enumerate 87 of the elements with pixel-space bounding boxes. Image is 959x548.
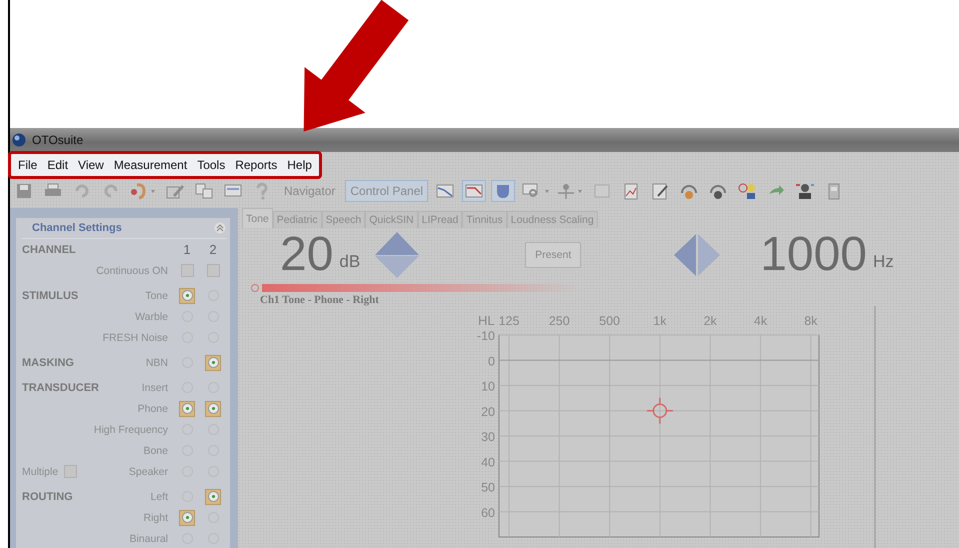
- section-heading: ROUTING: [22, 490, 73, 502]
- left-right-arrows-icon[interactable]: [673, 233, 722, 277]
- zoom-icon: [521, 182, 550, 200]
- headset-icon: [679, 182, 700, 200]
- indicator-ring-icon: [251, 284, 259, 292]
- channel-number: 2: [208, 242, 218, 257]
- axis-tick-label: 20: [481, 404, 495, 419]
- menu-item[interactable]: Tools: [192, 158, 230, 172]
- menu-item[interactable]: View: [73, 158, 109, 172]
- setting-label: FRESH Noise: [102, 332, 169, 344]
- radio-button[interactable]: [179, 510, 195, 526]
- setting-label: Warble: [135, 310, 169, 322]
- setting-label: Left: [150, 490, 169, 502]
- tab[interactable]: Pediatric: [272, 211, 322, 228]
- radio-button[interactable]: [205, 400, 221, 416]
- frequency-unit: Hz: [872, 252, 894, 272]
- tab[interactable]: Tone: [242, 208, 273, 228]
- axis-tick-label: 2k: [704, 314, 717, 328]
- save-icon: [14, 182, 34, 200]
- setting-label: High Frequency: [94, 424, 169, 436]
- axis-tick-label: 60: [481, 506, 495, 520]
- axis-tick-label: 250: [548, 314, 570, 328]
- axis-tick-label: 8k: [804, 314, 818, 328]
- setting-label: Binaural: [129, 532, 169, 544]
- channel-number: 1: [182, 242, 192, 257]
- tab[interactable]: Speech: [322, 211, 366, 228]
- axis-tick-label: 125: [498, 314, 520, 328]
- axis-tick-label: 40: [481, 455, 495, 470]
- toolbar-button[interactable]: Control Panel: [345, 180, 428, 202]
- section-heading: MASKING: [22, 356, 74, 368]
- headset-icon: [708, 182, 728, 200]
- setting-label: Continuous ON: [96, 264, 169, 276]
- window-title: OTOsuite: [32, 133, 84, 147]
- radio-button[interactable]: [179, 288, 195, 304]
- panel-title: Channel Settings: [31, 222, 122, 234]
- axis-tick-label: 0: [488, 354, 495, 368]
- intensity-unit: dB: [339, 252, 360, 272]
- tab[interactable]: LIPread: [418, 211, 462, 228]
- axis-tick-label: 10: [481, 380, 495, 394]
- menu-item[interactable]: File: [13, 158, 42, 172]
- menu-item[interactable]: Reports: [230, 158, 282, 172]
- axis-tick-label: 30: [481, 430, 495, 444]
- tab[interactable]: Loudness Scaling: [506, 211, 598, 228]
- checkbox[interactable]: [180, 264, 194, 277]
- setting-label: Insert: [142, 382, 169, 394]
- section-heading: CHANNEL: [22, 244, 76, 256]
- section-heading: STIMULUS: [22, 290, 78, 302]
- setting-label: Speaker: [128, 466, 169, 478]
- menu-item[interactable]: Help: [282, 158, 317, 172]
- radio-button[interactable]: [179, 400, 195, 416]
- frequency-value: 1000: [760, 231, 867, 279]
- checkbox[interactable]: [206, 264, 220, 277]
- menu-item[interactable]: Edit: [42, 158, 74, 172]
- pencil-icon: [165, 182, 185, 200]
- edit-document-icon: [650, 182, 670, 200]
- status-text: Ch1 Tone - Phone - Right: [259, 294, 380, 306]
- radio-button[interactable]: [205, 488, 221, 504]
- setting-label: Tone: [145, 290, 169, 302]
- checkbox[interactable]: [64, 465, 78, 478]
- app-logo-icon: [12, 133, 26, 147]
- up-down-arrows-icon[interactable]: [374, 231, 420, 279]
- toolbar-button[interactable]: [491, 180, 516, 202]
- tab[interactable]: QuickSIN: [365, 211, 418, 228]
- axis-tick-label: 500: [599, 314, 620, 328]
- axis-tick-label: 4k: [754, 314, 768, 328]
- collapse-icon[interactable]: [214, 222, 226, 234]
- axis-tick-label: -10: [476, 329, 495, 343]
- axis-tick-label: 1k: [653, 314, 666, 328]
- setting-label: Phone: [138, 402, 169, 414]
- graph-icon: [435, 182, 456, 200]
- toolbar-button[interactable]: [462, 180, 486, 202]
- toolbar-button[interactable]: Navigator: [279, 180, 340, 202]
- axis-label: HL: [478, 313, 495, 328]
- section-heading: TRANSDUCER: [22, 382, 99, 394]
- menu-item[interactable]: Measurement: [108, 158, 192, 172]
- documents-icon: [194, 182, 214, 200]
- graph-icon: [464, 182, 484, 200]
- tab[interactable]: Tinnitus: [462, 211, 507, 228]
- people-icon: [795, 182, 816, 200]
- setting-label: Bone: [143, 444, 169, 456]
- setting-label: NBN: [146, 356, 169, 368]
- intensity-value: 20: [280, 231, 334, 279]
- option-label: Multiple: [22, 466, 58, 478]
- present-button[interactable]: Present: [525, 242, 582, 268]
- setting-label: Right: [143, 512, 169, 524]
- radio-button[interactable]: [205, 354, 221, 370]
- axis-tick-label: 50: [481, 480, 495, 494]
